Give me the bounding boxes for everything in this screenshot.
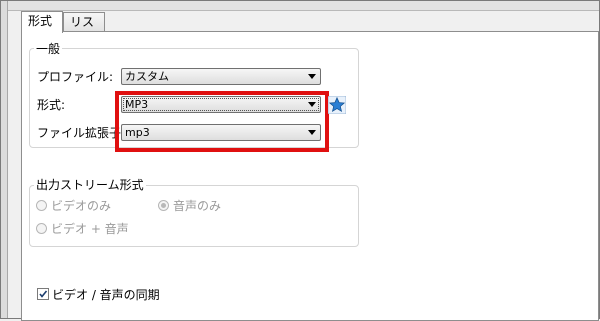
highlight-box (115, 91, 329, 152)
radio-video-audio-label: ビデオ + 音声 (51, 222, 129, 236)
checkmark-icon (39, 290, 48, 298)
sync-checkbox-label: ビデオ / 音声の同期 (52, 288, 160, 302)
radio-audio-only-label: 音声のみ (173, 199, 222, 213)
stream-group-title: 出力ストリーム形式 (34, 176, 146, 193)
format-label: 形式: (37, 98, 66, 112)
tab-format-label: 形式 (28, 14, 53, 28)
profile-label: プロファイル: (37, 70, 114, 84)
profile-select[interactable]: カスタム (121, 68, 321, 85)
top-strip (1, 1, 599, 11)
star-icon[interactable] (328, 96, 346, 114)
extension-label: ファイル拡張子: (37, 126, 126, 140)
tab-format[interactable]: 形式 (21, 11, 63, 33)
profile-select-value: カスタム (125, 70, 169, 83)
stream-group (29, 185, 359, 247)
radio-video-only[interactable] (36, 200, 47, 211)
sync-checkbox[interactable] (37, 288, 49, 300)
tab-list[interactable]: リスト (63, 12, 105, 44)
left-strip (1, 1, 8, 318)
general-group-title: 一般 (34, 40, 63, 57)
radio-video-only-label: ビデオのみ (51, 199, 112, 213)
chevron-down-icon (308, 74, 316, 79)
radio-audio-only[interactable] (158, 200, 169, 211)
radio-video-audio[interactable] (36, 223, 47, 234)
